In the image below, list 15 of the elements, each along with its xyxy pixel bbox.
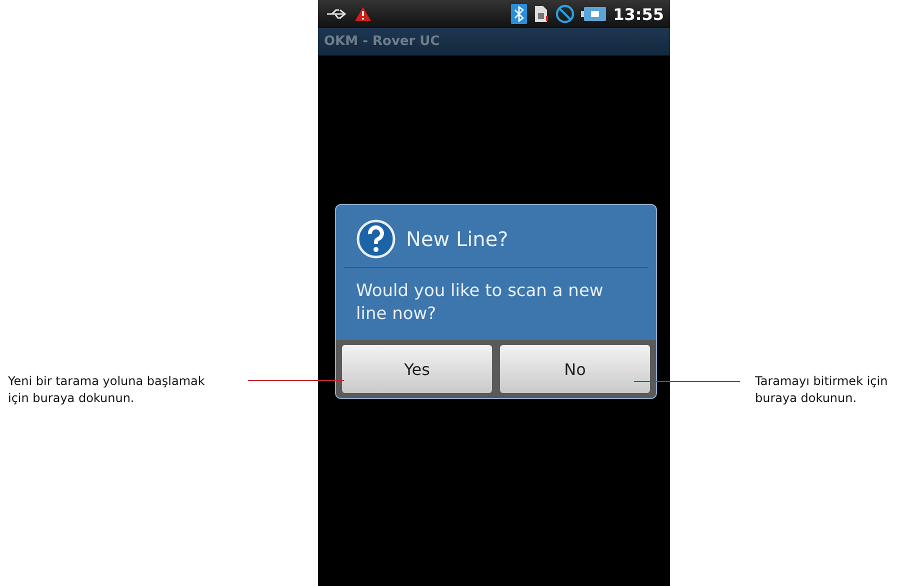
warning-icon	[354, 6, 372, 22]
battery-icon	[581, 6, 608, 22]
usb-icon	[326, 7, 348, 21]
dialog-message: Would you like to scan a new line now?	[355, 280, 604, 326]
bluetooth-icon	[511, 4, 528, 24]
yes-button[interactable]: Yes	[342, 345, 492, 393]
clock-time: 13:55	[613, 4, 664, 24]
callout-text: Yeni bir tarama yoluna başlamak için buraya dokunun.	[8, 373, 205, 407]
callout-text: Taramayı bitirmek için buraya dokunun.	[755, 373, 888, 407]
dialog-title: New Line?	[406, 227, 508, 251]
no-button[interactable]: No	[500, 345, 650, 393]
blocked-icon	[555, 4, 576, 24]
sim-card-icon	[533, 4, 550, 24]
question-icon	[356, 219, 396, 259]
app-title: OKM - Rover UC	[324, 34, 440, 49]
